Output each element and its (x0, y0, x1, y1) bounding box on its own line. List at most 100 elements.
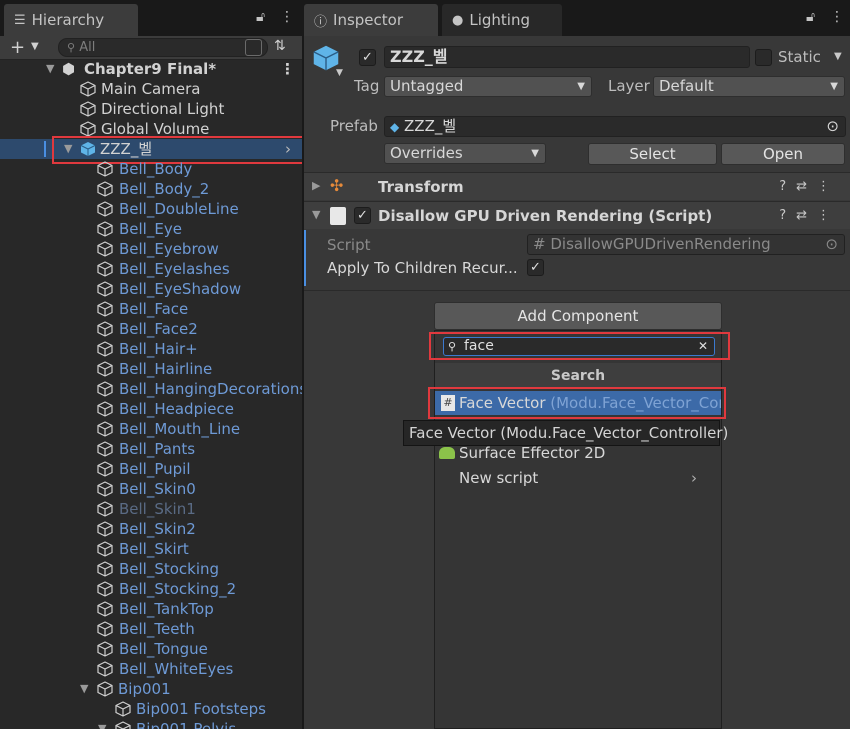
kebab-menu-icon[interactable]: ⋮ (280, 9, 294, 25)
add-icon[interactable]: + (10, 37, 25, 58)
collapse-arrow-icon[interactable]: ▼ (312, 208, 320, 221)
hierarchy-item-label: Bell_HangingDecorations (119, 380, 302, 398)
hierarchy-child-item[interactable]: Bell_Eyelashes (0, 259, 302, 279)
component-accent-bar (304, 230, 306, 286)
hierarchy-item-label: Bell_Pupil (119, 460, 191, 478)
hierarchy-child-item[interactable]: Bell_Hair+ (0, 339, 302, 359)
gameobject-cube-icon (80, 81, 96, 97)
chevron-right-icon: › (691, 469, 697, 487)
hierarchy-child-item[interactable]: Bell_Pupil (0, 459, 302, 479)
component-enabled-checkbox[interactable]: ✓ (354, 207, 371, 224)
annotation-box (429, 332, 730, 360)
expand-arrow-icon[interactable]: ▼ (98, 719, 110, 729)
bip-child-row[interactable]: ▼ Bip001 Pelvis (0, 719, 302, 729)
hierarchy-item[interactable]: Main Camera (0, 79, 302, 99)
overrides-dropdown[interactable]: Overrides ▼ (384, 143, 546, 164)
hierarchy-child-item[interactable]: Bell_Pants (0, 439, 302, 459)
script-component-header[interactable]: ▼ ✓ Disallow GPU Driven Rendering (Scrip… (304, 201, 850, 229)
hierarchy-child-item[interactable]: Bell_Skin2 (0, 519, 302, 539)
lock-icon[interactable]: 🔓︎ (806, 9, 815, 25)
tag-dropdown[interactable]: Untagged ▼ (384, 76, 592, 97)
hierarchy-search-input[interactable]: ⚲ All (58, 38, 268, 57)
hierarchy-child-item[interactable]: Bell_Stocking (0, 559, 302, 579)
bip-root-row[interactable]: ▼ Bip001 (0, 679, 302, 699)
expand-arrow-icon[interactable]: ▼ (46, 59, 58, 79)
transform-header[interactable]: ▶ ✣ Transform ?⇄⋮ (304, 172, 850, 200)
component-controls[interactable]: ?⇄⋮ (779, 208, 840, 223)
active-checkbox[interactable]: ✓ (359, 49, 376, 66)
gameobject-cube-icon (97, 421, 113, 437)
scene-menu-icon[interactable]: ⋮ (280, 59, 295, 79)
hierarchy-item-label: Bell_Skin2 (119, 520, 196, 538)
collapse-arrow-icon[interactable]: ▶ (312, 179, 320, 192)
bip-child-row[interactable]: Bip001 Footsteps (0, 699, 302, 719)
object-picker-icon[interactable]: ⊙ (826, 117, 839, 136)
lock-icon[interactable]: 🔓︎ (256, 9, 265, 25)
hierarchy-child-item[interactable]: Bell_EyeShadow (0, 279, 302, 299)
hierarchy-child-item[interactable]: Bell_Body_2 (0, 179, 302, 199)
tab-hierarchy[interactable]: ☰ Hierarchy (4, 4, 138, 36)
expand-arrow-icon[interactable]: ▼ (80, 679, 92, 699)
hierarchy-child-item[interactable]: Bell_Skin1 (0, 499, 302, 519)
result-new-script[interactable]: New script › (435, 466, 721, 490)
gameobject-cube-icon (97, 161, 113, 177)
hierarchy-child-item[interactable]: Bell_Eye (0, 219, 302, 239)
prefab-field[interactable]: ◆ ZZZ_벨 ⊙ (384, 116, 846, 137)
hierarchy-child-item[interactable]: Bell_Face (0, 299, 302, 319)
hierarchy-child-item[interactable]: Bell_Teeth (0, 619, 302, 639)
hierarchy-item-label: Bell_Skin0 (119, 480, 196, 498)
hierarchy-child-item[interactable]: Bell_Body (0, 159, 302, 179)
tab-lighting-label: Lighting (469, 11, 530, 29)
selection-marker (44, 141, 46, 157)
tab-lighting[interactable]: ● Lighting (442, 4, 562, 36)
hierarchy-child-item[interactable]: Bell_TankTop (0, 599, 302, 619)
scene-row[interactable]: ▼ ⬢ Chapter9 Final* ⋮ (0, 59, 302, 79)
layer-label: Layer (608, 77, 650, 95)
hierarchy-child-item[interactable]: Bell_DoubleLine (0, 199, 302, 219)
hierarchy-child-item[interactable]: Bell_Stocking_2 (0, 579, 302, 599)
hierarchy-child-item[interactable]: Bell_HangingDecorations (0, 379, 302, 399)
hierarchy-child-item[interactable]: Bell_Skirt (0, 539, 302, 559)
hierarchy-child-item[interactable]: Bell_Eyebrow (0, 239, 302, 259)
hierarchy-item-label: Bell_WhiteEyes (119, 660, 234, 678)
hierarchy-child-item[interactable]: Bell_Mouth_Line (0, 419, 302, 439)
hierarchy-child-item[interactable]: Bell_WhiteEyes (0, 659, 302, 679)
bip-child-label: Bip001 Pelvis (136, 720, 237, 729)
hierarchy-item-label: Main Camera (101, 80, 201, 98)
overrides-label: Overrides (390, 144, 463, 162)
chevron-down-icon: ▼ (830, 81, 838, 92)
tab-hierarchy-label: Hierarchy (31, 11, 105, 29)
hierarchy-child-item[interactable]: Bell_Skin0 (0, 479, 302, 499)
hierarchy-child-item[interactable]: Bell_Tongue (0, 639, 302, 659)
apply-children-checkbox[interactable]: ✓ (527, 259, 544, 276)
object-name-input[interactable]: ZZZ_벨 (384, 46, 750, 68)
open-button[interactable]: Open (721, 143, 845, 165)
select-button[interactable]: Select (588, 143, 717, 165)
info-icon: ⓘ (314, 14, 328, 30)
hierarchy-item[interactable]: Directional Light (0, 99, 302, 119)
gameobject-cube-icon (97, 481, 113, 497)
gameobject-cube-icon (97, 501, 113, 517)
sort-icon[interactable]: ⇅ (274, 38, 286, 54)
icon-dropdown-icon[interactable]: ▼ (336, 68, 343, 78)
add-component-button[interactable]: Add Component (434, 302, 722, 330)
gameobject-cube-icon (97, 681, 113, 697)
layer-dropdown[interactable]: Default ▼ (653, 76, 845, 97)
hierarchy-item-label: Bell_Tongue (119, 640, 208, 658)
kebab-menu-icon[interactable]: ⋮ (830, 9, 844, 25)
static-dropdown-icon[interactable]: ▼ (834, 51, 842, 62)
component-controls[interactable]: ?⇄⋮ (779, 179, 840, 194)
gameobject-cube-icon (97, 281, 113, 297)
tab-inspector[interactable]: ⓘ Inspector (304, 4, 438, 36)
scene-visibility-icon[interactable] (245, 39, 262, 56)
tag-label: Tag (354, 77, 380, 95)
hierarchy-child-item[interactable]: Bell_Headpiece (0, 399, 302, 419)
hierarchy-child-item[interactable]: Bell_Hairline (0, 359, 302, 379)
hierarchy-child-item[interactable]: Bell_Face2 (0, 319, 302, 339)
prefab-label: Prefab (330, 117, 378, 135)
chevron-down-icon[interactable]: ▼ (31, 41, 39, 52)
prefab-value: ZZZ_벨 (404, 117, 457, 135)
static-checkbox[interactable] (755, 49, 772, 66)
hierarchy-item-label: Bell_Pants (119, 440, 196, 458)
hierarchy-item-label: Bell_Face2 (119, 320, 198, 338)
